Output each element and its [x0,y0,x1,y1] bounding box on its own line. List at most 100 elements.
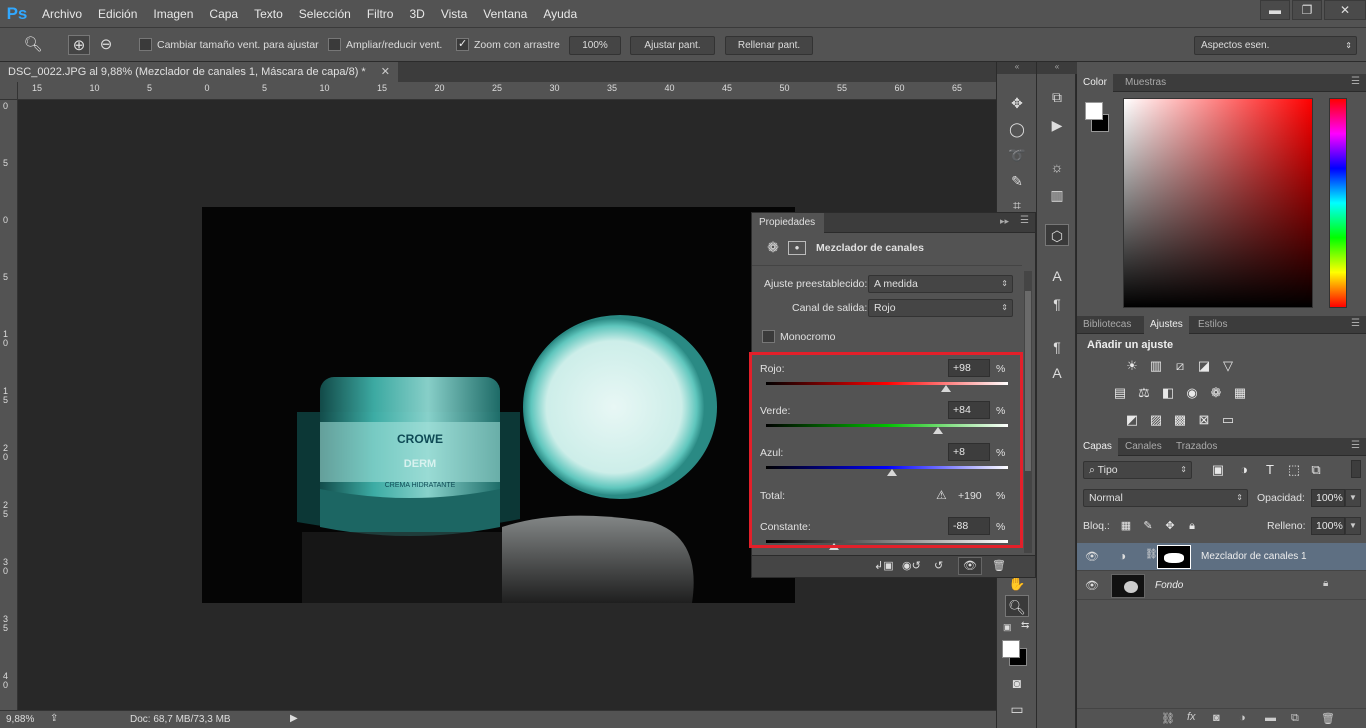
default-colors-icon[interactable]: ▣ [1003,622,1012,633]
close-button[interactable]: ✕ [1324,0,1366,20]
lock-transparency-icon[interactable]: ▦ [1117,518,1135,534]
visibility-eye-icon[interactable]: 👁︎ [1085,550,1099,563]
color-fg-swatch[interactable] [1085,102,1103,120]
brightness-contrast-icon[interactable]: ☀ [1123,358,1141,374]
chevron-down-icon[interactable]: ▼ [1345,517,1361,535]
color-balance-icon[interactable]: ⚖ [1135,385,1153,401]
panel-menu-icon[interactable]: ☰ [1020,215,1029,226]
zoom-tool-icon[interactable]: 🔍︎ [1005,595,1029,617]
hue-slider[interactable] [1329,98,1347,308]
threshold-icon[interactable]: ▩ [1171,412,1189,428]
monochrome-checkbox[interactable] [762,330,775,343]
tab-canales[interactable]: Canales [1119,438,1168,456]
panel-menu-icon[interactable]: ☰ [1351,440,1360,451]
menu-imagen[interactable]: Imagen [145,0,201,28]
collapse-icon[interactable]: « [1037,62,1077,74]
paragraph-icon[interactable]: ¶ [1045,293,1069,315]
layer-name[interactable]: Fondo [1155,580,1183,591]
zoom-all-checkbox[interactable] [328,38,341,51]
fx-icon[interactable]: fx [1187,711,1196,723]
black-white-icon[interactable]: ◧ [1159,385,1177,401]
menu-capa[interactable]: Capa [201,0,246,28]
layer-name[interactable]: Mezclador de canales 1 [1201,551,1307,562]
close-tab-icon[interactable]: ✕ [381,62,390,82]
view-previous-icon[interactable]: ◉↺ [902,559,921,572]
invert-icon[interactable]: ◩ [1123,412,1141,428]
color-field[interactable] [1123,98,1313,308]
filter-shape-icon[interactable]: ⬚ [1285,462,1303,478]
channel-mixer-icon[interactable]: ❁ [1207,385,1225,401]
layer-mask-thumbnail[interactable] [1157,545,1191,569]
color-lookup-icon[interactable]: ▦ [1231,385,1249,401]
tab-color[interactable]: Color [1077,74,1113,92]
ruler-origin[interactable] [0,82,18,100]
menu-ayuda[interactable]: Ayuda [535,0,585,28]
tab-ajustes[interactable]: Ajustes [1144,316,1189,334]
delete-icon[interactable]: 🗑︎ [992,559,1006,572]
lock-all-icon[interactable]: 🔒︎ [1183,518,1201,534]
panel-menu-icon[interactable]: ☰ [1351,318,1360,329]
fill-input[interactable]: 100% [1311,517,1345,535]
preset-select[interactable]: A medida ⇕ [868,275,1013,293]
menu-3d[interactable]: 3D [401,0,432,28]
restore-button[interactable]: ❐ [1292,0,1322,20]
filter-smart-icon[interactable]: ⧉ [1307,462,1325,478]
zoom-level[interactable]: 9,88% [6,714,34,725]
filter-type-icon[interactable]: T [1261,462,1279,478]
tab-estilos[interactable]: Estilos [1192,316,1233,334]
new-layer-icon[interactable]: ⧉ [1291,712,1299,725]
character-icon[interactable]: A [1045,265,1069,287]
menu-ventana[interactable]: Ventana [475,0,535,28]
minimize-button[interactable]: ▬ [1260,0,1290,20]
panel-menu-icon[interactable]: ☰ [1351,76,1360,87]
properties-tab[interactable]: Propiedades [752,213,824,233]
filter-pixel-icon[interactable]: ▣ [1209,462,1227,478]
zoom-tool-preset-icon[interactable]: 🔍︎ [22,35,44,55]
tab-muestras[interactable]: Muestras [1119,74,1172,92]
menu-filtro[interactable]: Filtro [359,0,402,28]
status-menu-arrow-icon[interactable]: ▶ [290,713,298,724]
filter-adjustment-icon[interactable]: ◑ [1235,462,1253,478]
lasso-tool-icon[interactable]: ➰ [1005,144,1029,166]
new-adjustment-icon[interactable]: ◑ [1239,712,1246,724]
layer-filter-select[interactable]: ⌕ Tipo ⇕ [1083,461,1192,479]
actions-play-icon[interactable]: ▶ [1045,114,1069,136]
delete-layer-icon[interactable]: 🗑︎ [1321,712,1335,725]
selective-color-icon[interactable]: ⊠ [1195,412,1213,428]
tab-bibliotecas[interactable]: Bibliotecas [1077,316,1137,334]
quick-mask-icon[interactable]: ◙ [1005,672,1029,694]
marquee-tool-icon[interactable]: ◯ [1005,118,1029,140]
swap-colors-icon[interactable]: ⇆ [1021,620,1029,631]
fit-screen-button[interactable]: Ajustar pant. [630,36,715,55]
properties-icon[interactable]: ⬡ [1045,224,1069,246]
add-mask-icon[interactable]: ◙ [1213,712,1220,724]
visibility-eye-icon[interactable]: 👁︎ [958,557,982,575]
menu-texto[interactable]: Texto [246,0,291,28]
document-tab[interactable]: DSC_0022.JPG al 9,88% (Mezclador de cana… [0,62,398,82]
blend-mode-select[interactable]: Normal ⇕ [1083,489,1248,507]
scrollbar-thumb[interactable] [1025,291,1031,471]
tab-capas[interactable]: Capas [1077,438,1118,456]
document-image[interactable]: CROWE DERM CREMA HIDRATANTE [202,207,795,603]
clip-to-layer-icon[interactable]: ↲▣ [874,559,894,572]
mask-icon[interactable]: ● [788,241,806,255]
new-group-icon[interactable]: ▬ [1265,712,1276,724]
menu-archivo[interactable]: Archivo [34,0,90,28]
history-icon[interactable]: ⧉ [1045,86,1069,108]
curves-icon[interactable]: ⧄ [1171,358,1189,374]
menu-edicion[interactable]: Edición [90,0,145,28]
expand-icon[interactable]: ▸▸ [1000,216,1009,227]
share-icon[interactable]: ⇪ [50,713,58,724]
vibrance-icon[interactable]: ▽ [1219,358,1237,374]
resize-windows-checkbox[interactable] [139,38,152,51]
properties-scrollbar[interactable] [1024,271,1032,553]
reset-icon[interactable]: ↺ [934,559,943,572]
filter-toggle[interactable] [1351,460,1361,478]
scrubby-zoom-checkbox[interactable] [456,37,469,51]
fill-screen-button[interactable]: Rellenar pant. [725,36,813,55]
layer-row-fondo[interactable]: 👁︎ Fondo 🔒︎ [1077,572,1366,600]
screen-mode-icon[interactable]: ▭ [1005,698,1029,720]
layer-thumbnail[interactable] [1111,574,1145,598]
gradient-map-icon[interactable]: ▭ [1219,412,1237,428]
zoom-in-icon[interactable]: ⊕ [68,35,90,55]
